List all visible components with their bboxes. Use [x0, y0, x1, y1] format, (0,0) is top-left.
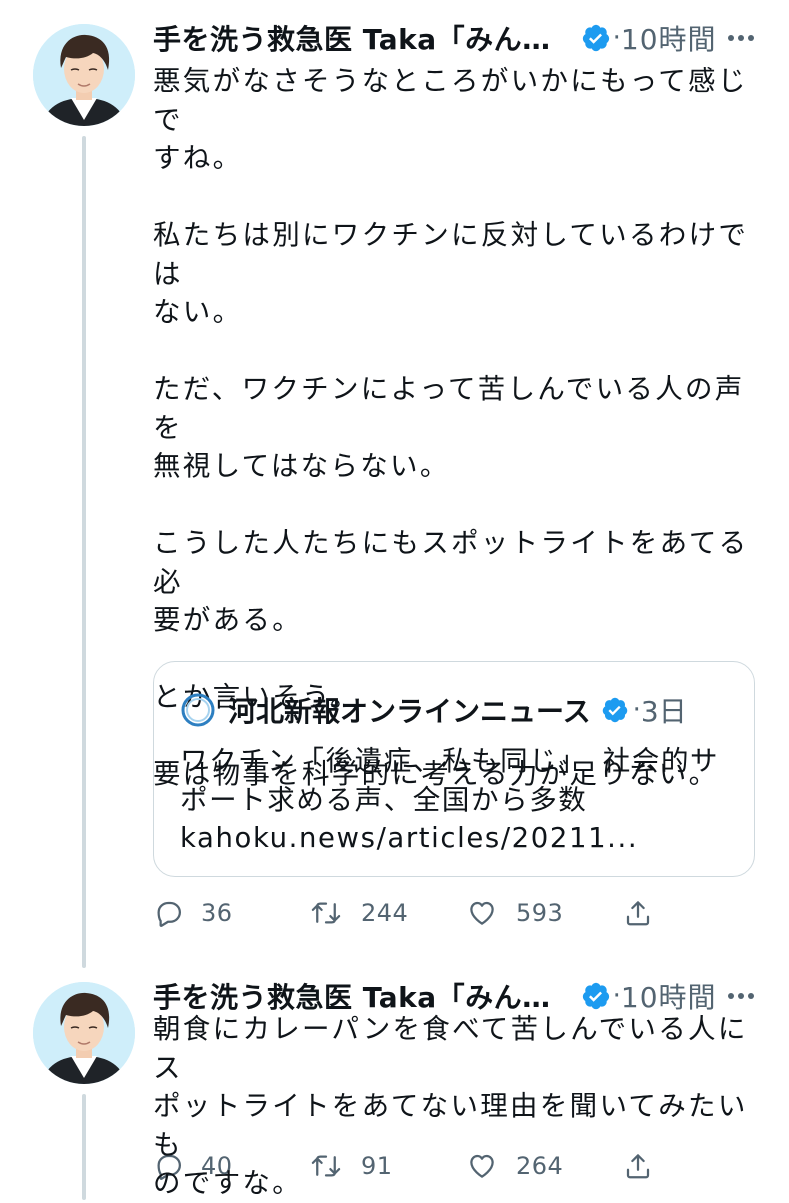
separator-dot: · [612, 23, 621, 53]
quote-timestamp: 3日 [640, 695, 687, 728]
avatar[interactable] [33, 982, 135, 1084]
timestamp[interactable]: 10時間 [621, 18, 717, 58]
verified-badge-icon [602, 697, 627, 723]
avatar-illustrated-man-icon [33, 982, 135, 1084]
tweet-text: 朝食にカレーパンを食べて苦しんでいる人にス ポットライトをあてない理由を聞いてみ… [153, 1013, 748, 1199]
quote-text: ワクチン「後遺症、私も同じ」 社会的サ ポート求める声、全国から多数 kahok… [180, 745, 720, 854]
verified-badge-icon [582, 24, 609, 52]
more-options-icon[interactable] [723, 24, 759, 52]
like-button[interactable]: 593 [466, 893, 563, 933]
reply-icon [157, 901, 181, 927]
heart-icon [470, 901, 494, 925]
separator-dot: · [612, 981, 621, 1011]
reply-button[interactable]: 36 [153, 893, 233, 933]
share-button[interactable] [623, 893, 653, 933]
thread-line [82, 136, 86, 968]
reply-count: 36 [201, 899, 233, 927]
thread-line [82, 1094, 86, 1200]
like-count: 593 [516, 899, 564, 927]
share-icon [626, 901, 650, 926]
quote-tweet[interactable]: 河北新報オンラインニュース · 3日 ワクチン「後遺症、私も同じ」 社会的サ ポ… [153, 661, 755, 877]
avatar-illustrated-man-icon [33, 24, 135, 126]
display-name[interactable]: 手を洗う救急医 Taka「みん… [153, 18, 551, 58]
action-bar: 36 244 593 [153, 893, 673, 933]
quote-header: 河北新報オンラインニュース · 3日 [180, 690, 687, 730]
retweet-count: 244 [361, 899, 409, 927]
tweet[interactable]: 手を洗う救急医 Taka「みん… · 10時間 悪気がなさそうなところがいかにも… [0, 0, 789, 968]
retweet-icon [311, 902, 341, 924]
kahoku-logo-icon [181, 693, 215, 727]
separator-dot: · [632, 695, 641, 725]
more-options-icon[interactable] [723, 982, 759, 1010]
tweet-header: 手を洗う救急医 Taka「みん… · 10時間 [153, 18, 759, 58]
retweet-button[interactable]: 244 [309, 893, 408, 933]
quote-author: 河北新報オンラインニュース [228, 695, 591, 728]
verified-badge-icon [582, 982, 609, 1010]
avatar[interactable] [33, 24, 135, 126]
